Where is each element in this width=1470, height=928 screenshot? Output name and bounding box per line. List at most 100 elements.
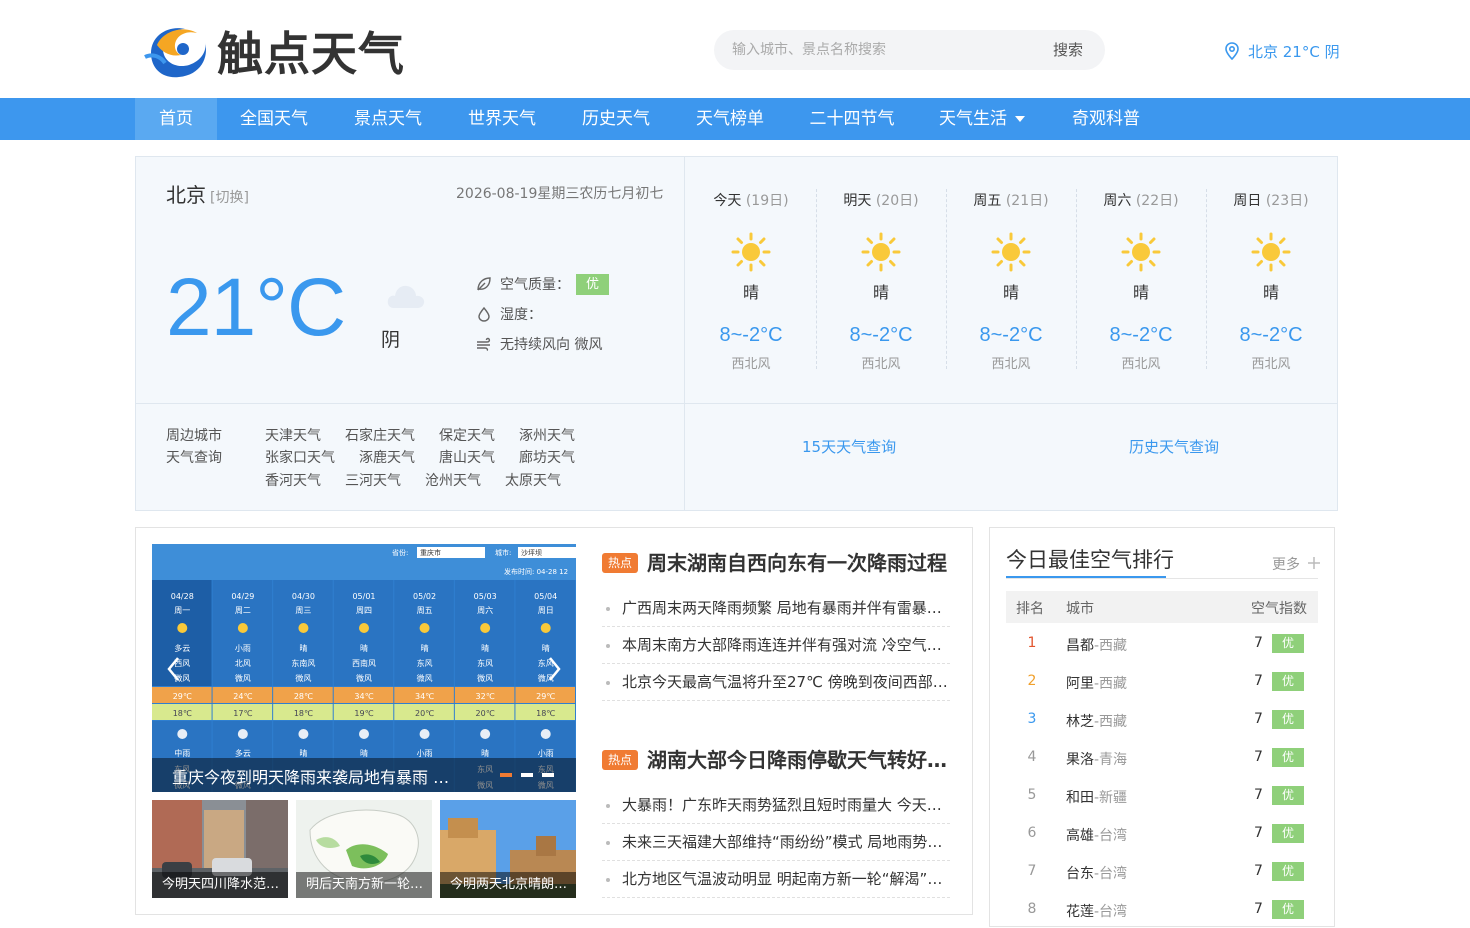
forecast-wind: 西北风 xyxy=(991,357,1031,372)
nearby-link[interactable]: 天津天气 xyxy=(265,425,321,445)
nearby-link[interactable]: 张家口天气 xyxy=(265,447,335,467)
hot-tag: 热点 xyxy=(602,750,638,770)
slider-dot-active[interactable] xyxy=(500,773,512,777)
slide-graphic xyxy=(237,623,248,633)
slide-text: 晴 xyxy=(360,643,368,653)
rank-city: 果洛-青海 xyxy=(1066,749,1127,769)
current-location[interactable]: 北京 21°C 阴 xyxy=(1224,40,1340,62)
nav-home[interactable]: 首页 xyxy=(135,98,217,140)
hot-news-title[interactable]: 湖南大部今日降雨停歇天气转好气温回升 xyxy=(647,744,952,773)
slide-text: 18℃ xyxy=(294,709,313,718)
nav-national[interactable]: 全国天气 xyxy=(230,98,318,140)
slide-text: 周三 xyxy=(295,606,311,615)
nearby-link[interactable]: 沧州天气 xyxy=(425,470,481,490)
forecast-day[interactable]: 明天 (20日) 晴 8~-2°C 西北风 xyxy=(816,157,946,403)
rank-number: 4 xyxy=(1027,749,1037,765)
news-thumb[interactable]: 明后天南方新一轮… xyxy=(296,800,432,898)
slider-caption[interactable]: 重庆今夜到明天降雨来袭局地有暴雨 … xyxy=(172,764,449,788)
ranking-row[interactable]: 6 高雄-台湾 7 优 xyxy=(1006,814,1318,852)
forecast-separator xyxy=(1076,189,1077,369)
nav-science[interactable]: 奇观科普 xyxy=(1062,98,1150,140)
ranking-row[interactable]: 8 花莲-台湾 7 优 xyxy=(1006,890,1318,928)
province-name: -台湾 xyxy=(1094,828,1128,844)
search-button[interactable]: 搜索 xyxy=(1053,30,1083,70)
logo[interactable]: 触点天气 xyxy=(143,22,405,81)
forecast-day[interactable]: 周六 (22日) 晴 8~-2°C 西北风 xyxy=(1076,157,1206,403)
15day-forecast-link[interactable]: 15天天气查询 xyxy=(802,436,896,457)
nearby-label-line: 天气查询 xyxy=(166,450,222,466)
ranking-header: 排名 城市 空气指数 xyxy=(1006,591,1318,623)
slider-prev-icon[interactable] xyxy=(166,656,182,682)
aqi-value: 7 xyxy=(1254,863,1263,879)
city-label: 北京 xyxy=(166,183,206,207)
nearby-link[interactable]: 涿州天气 xyxy=(519,425,575,445)
slide-text: 17℃ xyxy=(233,709,252,718)
forecast-day[interactable]: 今天 (19日) 晴 8~-2°C 西北风 xyxy=(686,157,816,403)
water-drop-icon xyxy=(478,306,490,322)
news-item[interactable]: 未来三天福建大部维持“雨纷纷”模式 局地雨势较大 xyxy=(602,824,950,861)
nearby-link[interactable]: 太原天气 xyxy=(505,470,561,490)
nearby-link[interactable]: 三河天气 xyxy=(345,470,401,490)
ranking-row[interactable]: 5 和田-新疆 7 优 xyxy=(1006,776,1318,814)
forecast-day[interactable]: 周日 (23日) 晴 8~-2°C 西北风 xyxy=(1206,157,1336,403)
ranking-row[interactable]: 1 昌都-西藏 7 优 xyxy=(1006,624,1318,662)
day-date: (23日) xyxy=(1265,193,1309,209)
switch-city-link[interactable]: [切换] xyxy=(210,190,249,206)
rank-city: 林芝-西藏 xyxy=(1066,711,1127,731)
ranking-row[interactable]: 4 果洛-青海 7 优 xyxy=(1006,738,1318,776)
nav-world[interactable]: 世界天气 xyxy=(458,98,546,140)
city-name: 和田 xyxy=(1066,790,1094,806)
forecast-condition: 晴 xyxy=(742,283,759,302)
nearby-link[interactable]: 廊坊天气 xyxy=(519,447,575,467)
history-weather-link[interactable]: 历史天气查询 xyxy=(1129,436,1219,457)
ranking-row[interactable]: 2 阿里-西藏 7 优 xyxy=(1006,662,1318,700)
aqi-value: 7 xyxy=(1254,749,1263,765)
slide-text: 28℃ xyxy=(294,692,313,701)
nav-weather-life[interactable]: 天气生活 xyxy=(930,98,1034,140)
nav-history[interactable]: 历史天气 xyxy=(572,98,660,140)
nav-rankings[interactable]: 天气榜单 xyxy=(686,98,774,140)
aqi-level-badge: 优 xyxy=(1272,824,1304,843)
slide-text: 重庆市 xyxy=(420,548,441,557)
news-slider[interactable]: 省份: 重庆市 城市: 沙坪坝 发布时间: 04-28 12 04/28 周一 多云 西风 微风 2… xyxy=(152,544,576,792)
slide-text: 小雨 xyxy=(417,749,433,758)
news-item[interactable]: 广西周末两天降雨频繁 局地有暴雨并伴有雷暴大风 xyxy=(602,590,950,627)
news-item[interactable]: 本周末南方大部降雨连连并伴有强对流 冷空气再度来袭 xyxy=(602,627,950,664)
more-link[interactable]: 更多 xyxy=(1272,554,1321,574)
slide-text: 东南风 xyxy=(291,658,315,668)
forecast-day[interactable]: 周五 (21日) 晴 8~-2°C 西北风 xyxy=(946,157,1076,403)
news-item[interactable]: 北京今天最高气温将升至27℃ 傍晚到夜间西部北部有雷阵雨 xyxy=(602,664,950,701)
slider-dot[interactable] xyxy=(521,773,533,777)
day-label: 周日 xyxy=(1233,193,1262,209)
nearby-link[interactable]: 香河天气 xyxy=(265,470,321,490)
ranking-row[interactable]: 3 林芝-西藏 7 优 xyxy=(1006,700,1318,738)
location-text: 北京 21°C 阴 xyxy=(1248,42,1340,61)
news-item[interactable]: 北方地区气温波动明显 明起南方新一轮“解渴”降雨来袭 xyxy=(602,861,950,898)
nearby-link[interactable]: 保定天气 xyxy=(439,425,495,445)
slider-next-icon[interactable] xyxy=(546,656,562,682)
divider xyxy=(136,403,1337,404)
rank-city: 台东-台湾 xyxy=(1066,863,1127,883)
current-date: 2026-08-19星期三农历七月初七 xyxy=(456,186,664,202)
slide-text: 发布时间: 04-28 12 xyxy=(504,567,568,576)
nearby-link[interactable]: 石家庄天气 xyxy=(345,425,415,445)
hot-news-title[interactable]: 周末湖南自西向东有一次降雨过程 xyxy=(647,547,952,576)
news-thumb[interactable]: 今明天四川降水范… xyxy=(152,800,288,898)
forecast-day-name: 周六 (22日) xyxy=(1076,190,1206,210)
nearby-link[interactable]: 涿鹿天气 xyxy=(359,447,415,467)
ranking-row[interactable]: 7 台东-台湾 7 优 xyxy=(1006,852,1318,890)
search-input[interactable] xyxy=(732,30,1032,70)
news-thumb[interactable]: 今明两天北京晴朗… xyxy=(440,800,576,898)
nav-scenic[interactable]: 景点天气 xyxy=(344,98,432,140)
nearby-link[interactable]: 唐山天气 xyxy=(439,447,495,467)
slider-dot[interactable] xyxy=(542,773,554,777)
slide-graphic xyxy=(419,729,430,739)
news-item[interactable]: 大暴雨！广东昨天雨势猛烈且短时雨量大 今天仍有强降雨 xyxy=(602,787,950,824)
slide-text: 周五 xyxy=(417,606,433,615)
forecast-temperature: 8~-2°C xyxy=(979,324,1043,346)
forecast-condition: 晴 xyxy=(1132,283,1149,302)
slide-text: 晴 xyxy=(299,748,307,758)
aqi-level-badge: 优 xyxy=(1272,786,1304,805)
nav-solar-terms[interactable]: 二十四节气 xyxy=(800,98,904,140)
city-name: 花莲 xyxy=(1066,904,1094,920)
